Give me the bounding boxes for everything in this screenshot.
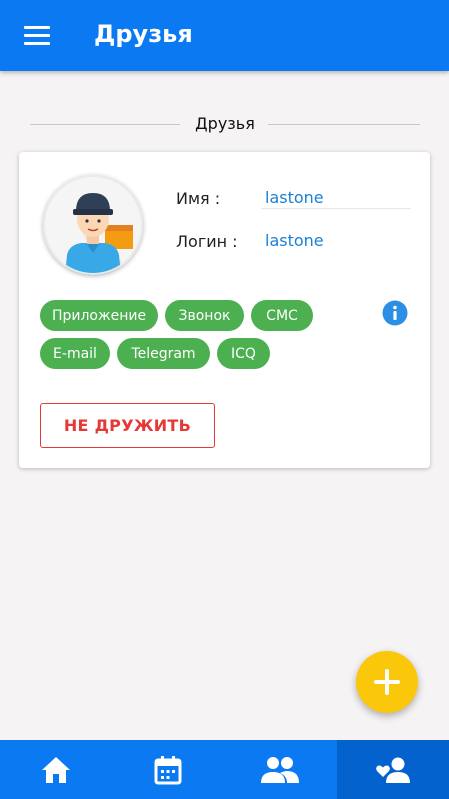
login-label: Логин : bbox=[176, 232, 238, 251]
friend-heart-icon bbox=[376, 757, 410, 783]
chip-sms[interactable]: СМС bbox=[251, 300, 313, 331]
section-divider: Друзья bbox=[30, 112, 420, 136]
name-label: Имя : bbox=[176, 189, 221, 208]
chip-email[interactable]: E-mail bbox=[40, 338, 110, 369]
friend-card: Имя : lastone Логин : lastone Приложение… bbox=[19, 152, 430, 468]
hamburger-menu-icon[interactable] bbox=[24, 26, 50, 46]
home-icon bbox=[42, 756, 70, 783]
section-title: Друзья bbox=[189, 114, 261, 133]
chip-app[interactable]: Приложение bbox=[40, 300, 158, 331]
nav-friends[interactable] bbox=[337, 740, 449, 799]
page-title: Друзья bbox=[94, 20, 193, 48]
nav-people[interactable] bbox=[224, 740, 336, 799]
nav-home[interactable] bbox=[0, 740, 112, 799]
nav-calendar[interactable] bbox=[112, 740, 224, 799]
login-value: lastone bbox=[265, 231, 324, 250]
people-icon bbox=[261, 756, 299, 783]
name-underline bbox=[261, 208, 411, 209]
chip-telegram[interactable]: Telegram bbox=[117, 338, 210, 369]
chip-call[interactable]: Звонок bbox=[165, 300, 244, 331]
delivery-man-avatar-icon bbox=[43, 175, 143, 275]
info-icon[interactable] bbox=[382, 300, 408, 326]
avatar bbox=[43, 175, 143, 275]
chip-icq[interactable]: ICQ bbox=[217, 338, 270, 369]
name-value: lastone bbox=[265, 188, 324, 207]
add-friend-fab[interactable] bbox=[356, 651, 418, 713]
unfriend-button[interactable]: НЕ ДРУЖИТЬ bbox=[40, 403, 215, 448]
bottom-navigation bbox=[0, 740, 449, 799]
calendar-icon bbox=[154, 755, 182, 784]
app-bar: Друзья bbox=[0, 0, 449, 71]
